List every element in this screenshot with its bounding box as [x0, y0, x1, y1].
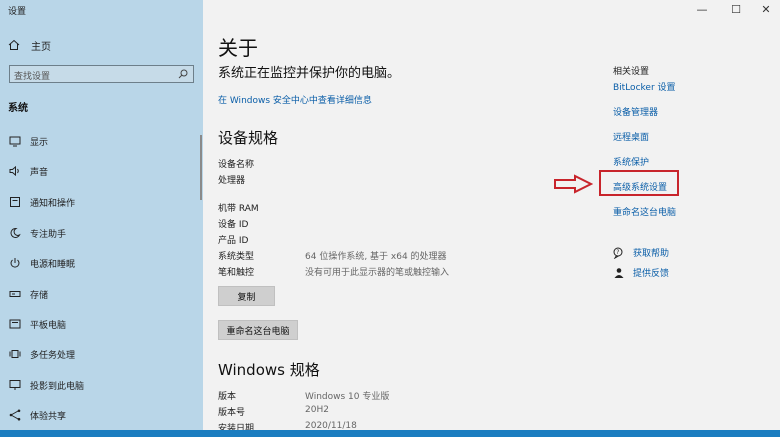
spec-label-product-id: 产品 ID: [218, 236, 249, 246]
section-heading-system: 系统: [8, 103, 28, 114]
remote-desktop-link[interactable]: 远程桌面: [613, 130, 649, 143]
search-icon: [178, 69, 188, 79]
sidebar-item-display[interactable]: 显示: [8, 133, 48, 149]
window-title: 设置: [8, 7, 27, 17]
get-help-label: 获取帮助: [633, 249, 670, 259]
sidebar-item-power-sleep[interactable]: 电源和睡眠: [8, 255, 75, 271]
sidebar-item-label: 平板电脑: [30, 320, 67, 331]
sidebar-item-focus-assist[interactable]: 专注助手: [8, 225, 66, 241]
svg-text:?: ?: [616, 249, 619, 256]
spec-label-edition: 版本: [218, 392, 237, 402]
spec-label-version: 版本号: [218, 408, 246, 418]
sidebar-item-label: 体验共享: [30, 411, 67, 422]
projection-icon: [8, 378, 22, 392]
close-button[interactable]: ✕: [756, 3, 776, 16]
home-label: 主页: [31, 42, 51, 53]
highlight-box: [599, 170, 679, 196]
minimize-button[interactable]: —: [692, 3, 712, 16]
share-icon: [8, 408, 22, 422]
sidebar-item-notifications[interactable]: 通知和操作: [8, 194, 75, 210]
device-spec-heading: 设备规格: [218, 129, 279, 147]
protection-status-text: 系统正在监控并保护你的电脑。: [218, 66, 401, 81]
maximize-button[interactable]: ☐: [726, 3, 746, 16]
rename-pc-link[interactable]: 重命名这台电脑: [613, 205, 676, 218]
sidebar-item-tablet[interactable]: 平板电脑: [8, 316, 66, 332]
spec-value-system-type: 64 位操作系统, 基于 x64 的处理器: [305, 252, 447, 262]
spec-value-version: 20H2: [305, 405, 329, 415]
sidebar-item-multitasking[interactable]: 多任务处理: [8, 346, 75, 362]
system-protection-link[interactable]: 系统保护: [613, 155, 649, 168]
device-manager-link[interactable]: 设备管理器: [613, 105, 658, 118]
storage-icon: [8, 287, 22, 301]
moon-icon: [8, 226, 22, 240]
copy-button[interactable]: 复制: [218, 286, 275, 306]
multitask-icon: [8, 347, 22, 361]
feedback-person-icon: [613, 267, 625, 279]
arrow-right-icon: [554, 174, 593, 194]
sidebar-item-label: 电源和睡眠: [30, 259, 76, 270]
sidebar-item-label: 声音: [30, 167, 49, 178]
spec-value-pen-touch: 没有可用于此显示器的笔或触控输入: [305, 268, 450, 278]
spec-label-ram: 机带 RAM: [218, 204, 259, 214]
spec-label-device-id: 设备 ID: [218, 220, 249, 230]
scrollbar[interactable]: [200, 135, 202, 200]
sound-icon: [8, 164, 22, 178]
notification-icon: [8, 195, 22, 209]
sidebar-item-home[interactable]: 主页: [8, 38, 51, 53]
sidebar-item-label: 存储: [30, 290, 49, 301]
sidebar-item-label: 专注助手: [30, 229, 67, 240]
sidebar: 设置 主页 查找设置 系统 显示 声音 通知和操作 专注助手 电源和睡眠 存储: [0, 0, 203, 437]
give-feedback-link[interactable]: 提供反馈: [613, 266, 669, 279]
security-center-link[interactable]: 在 Windows 安全中心中查看详细信息: [218, 93, 372, 106]
spec-label-system-type: 系统类型: [218, 252, 255, 262]
tablet-icon: [8, 317, 22, 331]
sidebar-item-label: 显示: [30, 137, 49, 148]
sidebar-item-sound[interactable]: 声音: [8, 163, 48, 179]
search-input[interactable]: 查找设置: [9, 65, 194, 83]
sidebar-item-label: 多任务处理: [30, 350, 76, 361]
rename-pc-button[interactable]: 重命名这台电脑: [218, 320, 298, 340]
taskbar-strip: [0, 430, 780, 437]
get-help-link[interactable]: ? 获取帮助: [613, 246, 669, 259]
sidebar-item-storage[interactable]: 存储: [8, 286, 48, 302]
search-placeholder: 查找设置: [14, 72, 51, 82]
sidebar-item-project-to-pc[interactable]: 投影到此电脑: [8, 377, 84, 393]
sidebar-item-shared-experiences[interactable]: 体验共享: [8, 407, 66, 423]
related-settings-heading: 相关设置: [613, 67, 650, 77]
sidebar-item-label: 投影到此电脑: [30, 381, 85, 392]
spec-label-processor: 处理器: [218, 176, 246, 186]
spec-value-edition: Windows 10 专业版: [305, 392, 390, 402]
page-title: 关于: [218, 36, 258, 60]
spec-label-pen-touch: 笔和触控: [218, 268, 255, 278]
power-icon: [8, 256, 22, 270]
display-icon: [8, 134, 22, 148]
home-icon: [8, 39, 22, 53]
bitlocker-settings-link[interactable]: BitLocker 设置: [613, 80, 676, 93]
give-feedback-label: 提供反馈: [633, 269, 670, 279]
spec-label-device-name: 设备名称: [218, 160, 255, 170]
windows-spec-heading: Windows 规格: [218, 361, 320, 379]
help-chat-icon: ?: [613, 247, 625, 259]
sidebar-item-label: 通知和操作: [30, 198, 76, 209]
